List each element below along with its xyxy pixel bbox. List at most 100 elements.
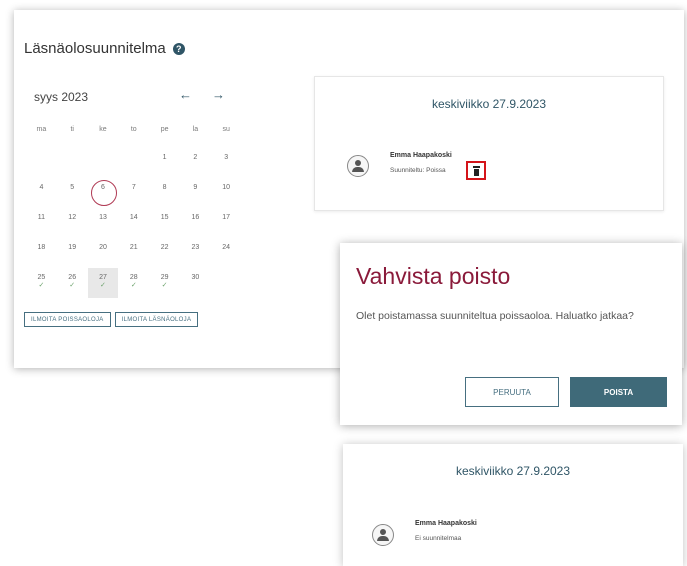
calendar-day[interactable]: 14 — [118, 208, 149, 238]
calendar-day[interactable]: 29 ✓ — [149, 268, 180, 298]
day-number: 12 — [68, 214, 77, 221]
calendar-day[interactable]: 15 — [149, 208, 180, 238]
day-number: 4 — [39, 184, 44, 191]
day-number: 23 — [191, 244, 200, 251]
check-icon: ✓ — [38, 282, 45, 289]
calendar-day[interactable]: 26 ✓ — [57, 268, 88, 298]
calendar-day[interactable]: 20 — [88, 238, 119, 268]
calendar-day[interactable]: 17 — [211, 208, 242, 238]
weekday-header: to — [130, 126, 137, 133]
dialog-title: Vahvista poisto — [356, 263, 511, 289]
calendar-day-selected[interactable]: 27 ✓ — [87, 268, 119, 298]
day-number: 27 — [99, 274, 107, 281]
day-number: 22 — [160, 244, 169, 251]
day-number: 6 — [101, 184, 105, 191]
day-number: 18 — [37, 244, 46, 251]
day-number: 24 — [222, 244, 231, 251]
day-number: 2 — [193, 154, 198, 161]
calendar-day[interactable]: 24 — [211, 238, 242, 268]
day-number: 1 — [162, 154, 167, 161]
day-number: 7 — [131, 184, 136, 191]
calendar-day[interactable]: 4 — [26, 178, 57, 208]
day-number: 19 — [68, 244, 77, 251]
person-status: Ei suunnitelmaa — [415, 535, 462, 542]
check-icon: ✓ — [130, 282, 137, 289]
prev-month-arrow-icon[interactable]: ← — [179, 87, 192, 102]
calendar-day[interactable]: 2 — [180, 148, 211, 178]
weekday-header: su — [222, 126, 230, 133]
calendar-day[interactable]: 19 — [57, 238, 88, 268]
cancel-button[interactable]: PERUUTA — [465, 377, 559, 407]
weekday-header: ke — [99, 126, 107, 133]
day-card-date: keskiviikko 27.9.2023 — [455, 464, 571, 478]
calendar-day-today[interactable]: 6 — [88, 178, 119, 208]
day-number: 28 — [129, 274, 138, 281]
day-number: 11 — [37, 214, 46, 221]
calendar-day[interactable]: 7 — [118, 178, 149, 208]
calendar-empty-cell — [88, 148, 119, 178]
calendar-grid: ma ti ke to pe la su 1 2 3 4 5 6 7 8 9 1… — [26, 126, 242, 298]
day-number: 10 — [222, 184, 231, 191]
day-detail-card: keskiviikko 27.9.2023 Emma Haapakoski Su… — [314, 76, 664, 211]
month-label: syys 2023 — [34, 90, 89, 104]
calendar-day[interactable]: 18 — [26, 238, 57, 268]
calendar-day[interactable]: 28 ✓ — [118, 268, 149, 298]
day-number: 13 — [99, 214, 107, 221]
calendar-day[interactable]: 10 — [211, 178, 242, 208]
person-name: Emma Haapakoski — [415, 520, 477, 527]
day-number: 29 — [160, 274, 169, 281]
calendar-day[interactable]: 5 — [57, 178, 88, 208]
next-month-arrow-icon[interactable]: → — [212, 87, 225, 102]
confirm-delete-button[interactable]: POISTA — [570, 377, 667, 407]
report-absence-button[interactable]: ILMOITA POISSAOLOJA — [24, 312, 111, 327]
calendar-day[interactable]: 16 — [180, 208, 211, 238]
person-avatar-icon — [347, 155, 369, 177]
report-button-row: ILMOITA POISSAOLOJA ILMOITA LÄSNÄOLOJA — [24, 312, 199, 327]
day-number: 17 — [222, 214, 231, 221]
confirm-delete-dialog: Vahvista poisto Olet poistamassa suunnit… — [340, 243, 682, 425]
day-number: 14 — [129, 214, 138, 221]
delete-absence-button[interactable] — [466, 161, 486, 180]
help-icon[interactable]: ? — [172, 42, 185, 55]
calendar-day[interactable]: 12 — [57, 208, 88, 238]
calendar-day[interactable]: 1 — [149, 148, 180, 178]
trash-icon — [473, 166, 480, 176]
day-number: 30 — [191, 274, 200, 281]
calendar-day[interactable]: 8 — [149, 178, 180, 208]
calendar-empty-cell — [211, 268, 242, 298]
check-icon: ✓ — [69, 282, 76, 289]
person-avatar-icon — [372, 524, 394, 546]
calendar-day[interactable]: 25 ✓ — [26, 268, 57, 298]
day-number: 3 — [224, 154, 229, 161]
planner-title-row: Läsnäolosuunnitelma ? — [24, 40, 185, 57]
check-icon: ✓ — [161, 282, 168, 289]
calendar-day[interactable]: 30 — [180, 268, 211, 298]
calendar-day[interactable]: 3 — [211, 148, 242, 178]
day-card-date: keskiviikko 27.9.2023 — [431, 97, 547, 111]
calendar-empty-cell — [57, 148, 88, 178]
planner-title: Läsnäolosuunnitelma — [24, 40, 166, 57]
check-icon: ✓ — [100, 282, 106, 289]
calendar-empty-cell — [118, 148, 149, 178]
weekday-header: pe — [160, 126, 169, 133]
calendar-day[interactable]: 21 — [118, 238, 149, 268]
calendar-empty-cell — [26, 148, 57, 178]
day-number: 16 — [191, 214, 200, 221]
weekday-header: ma — [36, 126, 47, 133]
person-name: Emma Haapakoski — [390, 152, 452, 159]
day-number: 15 — [160, 214, 169, 221]
day-number: 25 — [37, 274, 46, 281]
day-number: 8 — [162, 184, 167, 191]
calendar-day[interactable]: 11 — [26, 208, 57, 238]
calendar-day[interactable]: 23 — [180, 238, 211, 268]
day-number: 21 — [129, 244, 138, 251]
day-number: 9 — [193, 184, 198, 191]
weekday-header: la — [192, 126, 199, 133]
calendar-day[interactable]: 22 — [149, 238, 180, 268]
day-detail-card-after: keskiviikko 27.9.2023 Emma Haapakoski Ei… — [343, 444, 683, 566]
report-presence-button[interactable]: ILMOITA LÄSNÄOLOJA — [114, 312, 199, 327]
day-number: 26 — [68, 274, 77, 281]
dialog-message: Olet poistamassa suunniteltua poissaoloa… — [356, 310, 634, 322]
calendar-day[interactable]: 9 — [180, 178, 211, 208]
calendar-day[interactable]: 13 — [88, 208, 119, 238]
